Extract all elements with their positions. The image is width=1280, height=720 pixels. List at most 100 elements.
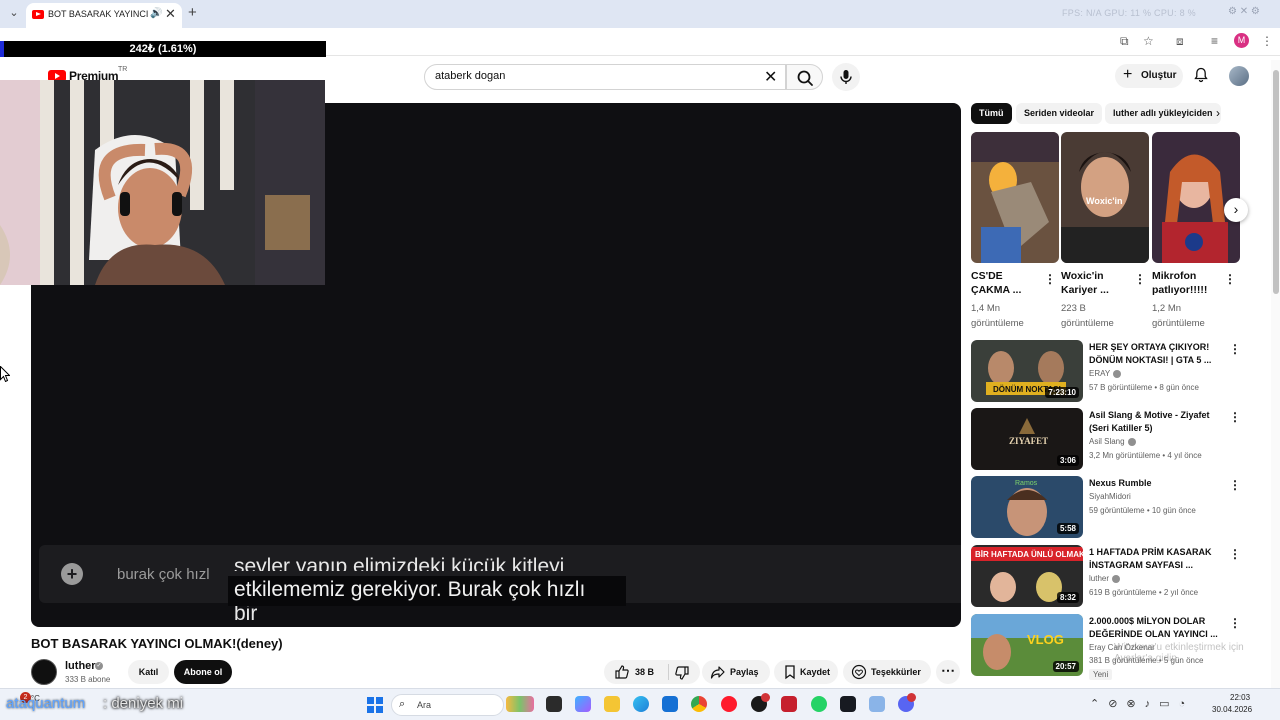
- shorts-next-icon[interactable]: ›: [1224, 198, 1248, 222]
- app-icon[interactable]: [781, 696, 797, 712]
- edge-icon[interactable]: [633, 696, 649, 712]
- tab-title: BOT BASARAK YAYINCI OL: [48, 9, 148, 19]
- channel-avatar[interactable]: [31, 659, 57, 685]
- video-title[interactable]: HER ŞEY ORTAYA ÇIKIYOR! DÖNÜM NOKTASI! |…: [1089, 341, 1221, 367]
- more-options-icon[interactable]: ⋮: [1229, 547, 1241, 561]
- taskbar-search[interactable]: ⌕ Ara: [391, 694, 504, 716]
- stream-chat-username: ataquantum: [6, 695, 86, 712]
- clear-search-icon[interactable]: ✕: [764, 67, 777, 87]
- short-title[interactable]: Mikrofon patlıyor!!!!!: [1152, 269, 1222, 297]
- chrome-icon[interactable]: [691, 696, 707, 712]
- more-actions-icon[interactable]: ⋯: [936, 660, 960, 684]
- notifications-bell-icon[interactable]: [1194, 67, 1208, 83]
- task-view-icon[interactable]: [546, 696, 562, 712]
- clock-time[interactable]: 22:03: [1230, 693, 1250, 702]
- new-badge: Yeni: [1089, 669, 1113, 680]
- windows-start-icon[interactable]: [367, 697, 383, 713]
- video-title[interactable]: 1 HAFTADA PRİM KASARAK İNSTAGRAM SAYFASI…: [1089, 546, 1221, 572]
- chip-series[interactable]: Seriden videolar: [1016, 103, 1103, 124]
- voice-search-button[interactable]: [832, 63, 860, 91]
- share-button[interactable]: Paylaş: [702, 660, 770, 684]
- filter-chips: Tümü Seriden videolar luther adlı yükley…: [971, 103, 1241, 125]
- tab-search-icon[interactable]: ⌄: [6, 6, 22, 22]
- browser-menu-icon[interactable]: ⋮: [1261, 34, 1273, 48]
- add-icon[interactable]: +: [61, 563, 83, 585]
- svg-text:VLOG: VLOG: [1027, 632, 1064, 647]
- close-tab-icon[interactable]: ✕: [165, 6, 176, 22]
- channel-name[interactable]: Asil Slang: [1089, 437, 1136, 446]
- account-avatar[interactable]: [1229, 66, 1249, 86]
- video-thumbnail[interactable]: DÖNÜM NOKTASI 7:23:10: [971, 340, 1083, 402]
- window-controls[interactable]: ⚙ ✕ ⚙: [1228, 6, 1260, 17]
- join-button[interactable]: Katıl: [128, 660, 169, 684]
- copilot-icon[interactable]: [575, 696, 591, 712]
- install-app-icon[interactable]: ⧉: [1120, 34, 1129, 49]
- short-title[interactable]: CS'DE ÇAKMA ...: [971, 269, 1041, 297]
- subscribe-button[interactable]: Abone ol: [174, 660, 232, 684]
- app-icon[interactable]: [869, 696, 885, 712]
- recommendation-item[interactable]: DÖNÜM NOKTASI 7:23:10 HER ŞEY ORTAYA ÇIK…: [971, 340, 1251, 402]
- like-icon[interactable]: [614, 664, 630, 680]
- channel-name[interactable]: SiyahMidori: [1089, 492, 1131, 501]
- scrollbar-thumb[interactable]: [1273, 70, 1279, 294]
- thanks-button[interactable]: Teşekkürler: [843, 660, 931, 684]
- more-options-icon[interactable]: ⋮: [1229, 616, 1241, 630]
- video-thumbnail[interactable]: Ramos 5:58: [971, 476, 1083, 538]
- short-views: 223 B görüntüleme: [1061, 303, 1114, 329]
- opera-icon[interactable]: [721, 696, 737, 712]
- more-options-icon[interactable]: ⋮: [1044, 272, 1056, 286]
- short-thumbnail[interactable]: [971, 132, 1059, 263]
- short-thumbnail[interactable]: [1152, 132, 1240, 263]
- store-icon[interactable]: [662, 696, 678, 712]
- chip-uploader[interactable]: luther adlı yükleyiciden: [1105, 103, 1221, 124]
- more-options-icon[interactable]: ⋮: [1229, 410, 1241, 424]
- more-options-icon[interactable]: ⋮: [1224, 272, 1236, 286]
- channel-name[interactable]: luther: [1089, 574, 1121, 583]
- share-icon: [710, 666, 725, 679]
- chip-all[interactable]: Tümü: [971, 103, 1012, 124]
- clock-date[interactable]: 30.04.2026: [1212, 705, 1252, 714]
- more-options-icon[interactable]: ⋮: [1134, 272, 1146, 286]
- video-thumbnail[interactable]: ZIYAFET 3:06: [971, 408, 1083, 470]
- chat-input-text[interactable]: burak çok hızl: [117, 566, 210, 583]
- video-thumbnail[interactable]: BİR HAFTADA ÜNLÜ OLMAK 8:32: [971, 545, 1083, 607]
- reading-list-icon[interactable]: ≡: [1211, 34, 1218, 48]
- file-explorer-icon[interactable]: [604, 696, 620, 712]
- channel-name[interactable]: luther: [65, 660, 96, 672]
- recommendation-item[interactable]: ZIYAFET 3:06 Asil Slang & Motive - Ziyaf…: [971, 408, 1251, 470]
- search-input[interactable]: [435, 70, 755, 82]
- create-button[interactable]: + Oluştur: [1115, 64, 1183, 88]
- search-button[interactable]: [786, 64, 823, 90]
- short-title[interactable]: Woxic'in Kariyer ...: [1061, 269, 1131, 297]
- more-options-icon[interactable]: ⋮: [1229, 342, 1241, 356]
- new-tab-icon[interactable]: +: [188, 4, 197, 21]
- recommendation-item[interactable]: BİR HAFTADA ÜNLÜ OLMAK 8:32 1 HAFTADA PR…: [971, 545, 1251, 607]
- chevron-right-icon[interactable]: ›: [1216, 106, 1220, 120]
- microphone-icon: [840, 70, 852, 84]
- windows-activation-watermark: Windows'u etkinleştirmek için Ayarlar'a …: [1114, 642, 1244, 664]
- short-thumbnail[interactable]: Woxic'in: [1061, 132, 1149, 263]
- video-title[interactable]: Asil Slang & Motive - Ziyafet (Seri Kati…: [1089, 409, 1221, 435]
- browser-tab[interactable]: BOT BASARAK YAYINCI OL 🔊 ✕: [26, 3, 182, 28]
- stream-chat-message: : deniyek mi: [103, 695, 184, 712]
- more-options-icon[interactable]: ⋮: [1229, 478, 1241, 492]
- subscriber-count: 333 B abone: [65, 675, 111, 684]
- region-label: TR: [118, 66, 128, 73]
- video-duration: 7:23:10: [1045, 387, 1079, 398]
- save-button[interactable]: Kaydet: [774, 660, 838, 684]
- recommendation-item[interactable]: Ramos 5:58 Nexus Rumble SiyahMidori 59 g…: [971, 476, 1251, 538]
- extensions-icon[interactable]: ⧈: [1176, 34, 1184, 49]
- whatsapp-icon[interactable]: [811, 696, 827, 712]
- audio-playing-icon[interactable]: 🔊: [150, 8, 162, 19]
- profile-avatar[interactable]: M: [1234, 33, 1249, 48]
- video-title[interactable]: 2.000.000$ MİLYON DOLAR DEĞERİNDE OLAN Y…: [1089, 615, 1221, 641]
- video-title: BOT BASARAK YAYINCI OLMAK!(deney): [31, 636, 283, 651]
- widgets-icon[interactable]: [506, 696, 534, 712]
- video-title[interactable]: Nexus Rumble: [1089, 477, 1221, 490]
- dislike-icon[interactable]: [674, 665, 690, 681]
- steam-icon[interactable]: [840, 696, 856, 712]
- video-thumbnail[interactable]: VLOG 20:57: [971, 614, 1083, 676]
- channel-name[interactable]: ERAY: [1089, 369, 1122, 378]
- system-tray-icons[interactable]: ⌃⊘⊗♪▭◔: [1090, 697, 1194, 710]
- bookmark-star-icon[interactable]: ☆: [1143, 34, 1154, 48]
